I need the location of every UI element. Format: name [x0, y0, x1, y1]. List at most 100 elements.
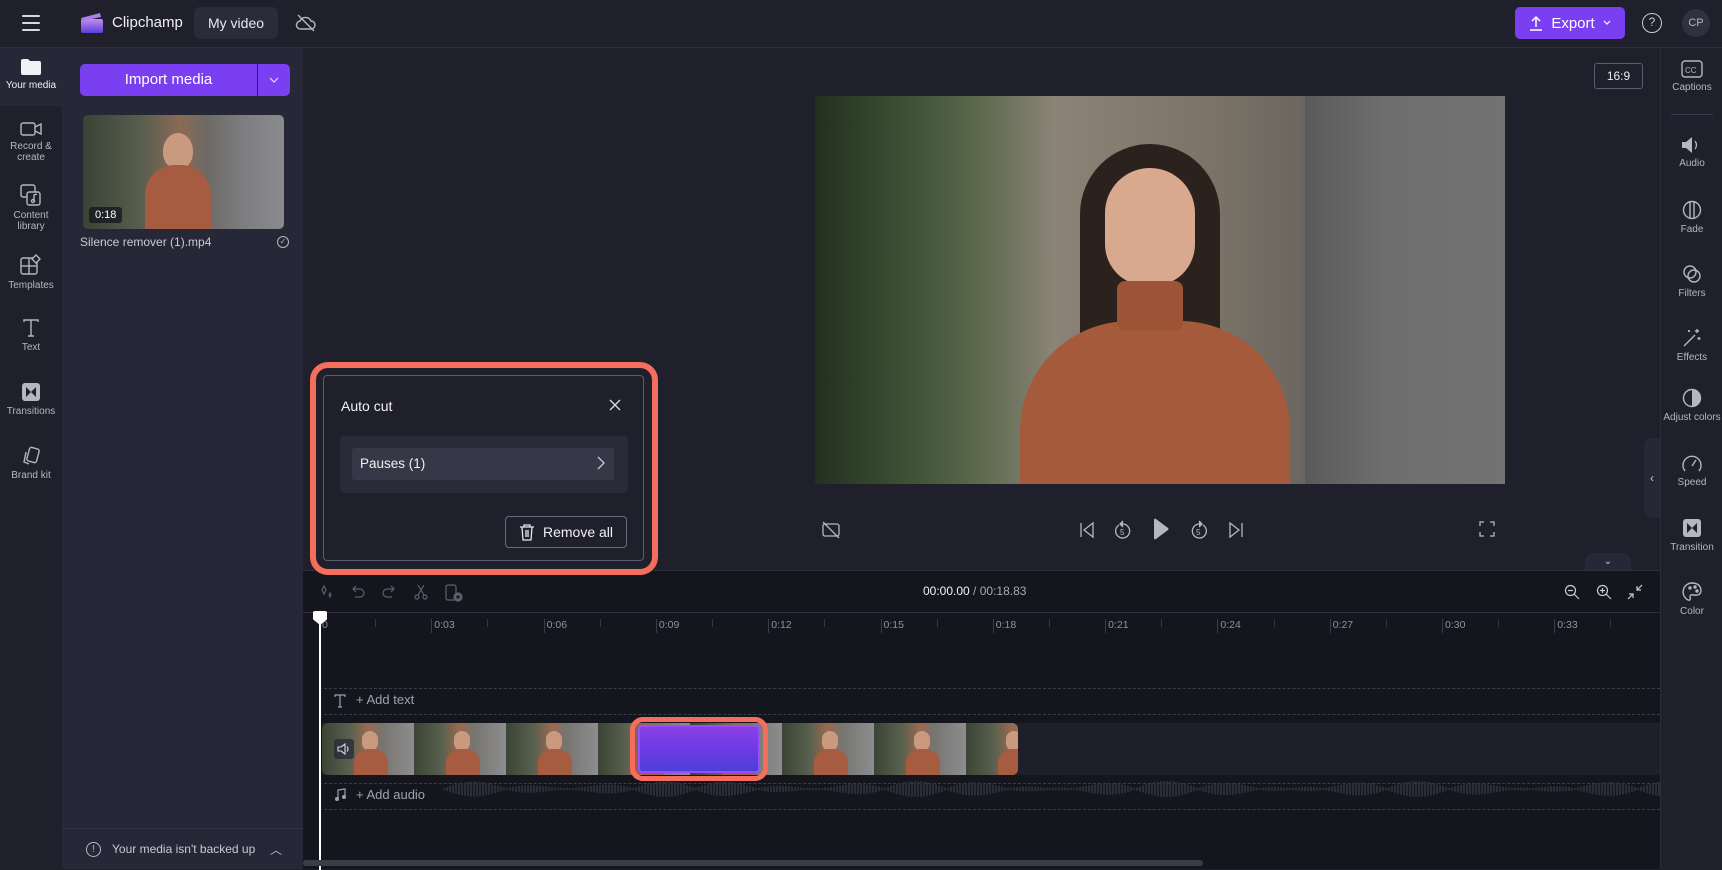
rail-item-text[interactable]: Text	[0, 318, 62, 353]
waveform-bar	[1214, 783, 1216, 795]
waveform-bar	[533, 785, 535, 793]
waveform-bar	[884, 787, 886, 791]
playhead[interactable]	[319, 611, 321, 870]
rail-item-templates[interactable]: Templates	[0, 254, 62, 291]
cloud-off-icon[interactable]	[295, 13, 317, 33]
ruler-tick-label: 0:09	[658, 619, 680, 631]
waveform-bar	[1115, 783, 1117, 795]
waveform-bar	[512, 786, 514, 792]
fullscreen-icon[interactable]	[1479, 521, 1495, 537]
redo-icon[interactable]	[381, 584, 397, 600]
ruler-tick-label: 0:27	[1332, 619, 1354, 631]
camera-icon	[20, 122, 42, 136]
rail-item-effects[interactable]: Effects	[1661, 328, 1722, 363]
waveform-bar	[1355, 782, 1357, 796]
waveform-bar	[785, 786, 787, 792]
add-text-button[interactable]: + Add text	[356, 692, 414, 707]
waveform-bar	[1364, 782, 1366, 796]
rail-item-speed[interactable]: Speed	[1661, 455, 1722, 488]
video-preview[interactable]	[815, 96, 1505, 484]
scissors-icon[interactable]	[413, 584, 429, 600]
rail-item-record-create[interactable]: Record & create	[0, 121, 62, 163]
waveform-bar	[1142, 785, 1144, 793]
rail-item-brand-kit[interactable]: Brand kit	[0, 446, 62, 481]
avatar[interactable]: CP	[1682, 9, 1710, 37]
waveform-bar	[779, 785, 781, 793]
waveform-bar	[443, 788, 445, 790]
export-button[interactable]: Export	[1515, 7, 1625, 39]
rail-item-adjust-colors[interactable]: Adjust colors	[1661, 388, 1722, 423]
waveform-bar	[476, 781, 478, 797]
auto-cut-popup: Auto cut Pauses (1) Remove all	[323, 375, 644, 561]
import-dropdown-button[interactable]	[258, 64, 290, 96]
rail-item-captions[interactable]: CC Captions	[1661, 60, 1722, 93]
add-audio-button[interactable]: + Add audio	[356, 787, 425, 802]
waveform-bar	[1307, 786, 1309, 792]
waveform-bar	[1571, 787, 1573, 791]
rail-item-fade[interactable]: Fade	[1661, 200, 1722, 235]
zoom-out-icon[interactable]	[1564, 584, 1580, 600]
waveform-bar	[731, 782, 733, 796]
waveform-bar	[1421, 781, 1423, 797]
waveform-bar	[1301, 787, 1303, 791]
menu-icon[interactable]	[22, 15, 40, 31]
rewind-5-icon[interactable]: 5	[1113, 519, 1133, 541]
rail-item-filters[interactable]: Filters	[1661, 264, 1722, 299]
rail-item-content-library[interactable]: Content library	[0, 184, 62, 232]
skip-to-end-icon[interactable]	[1228, 521, 1244, 539]
waveform-bar	[1049, 787, 1051, 791]
captions-off-icon[interactable]	[822, 521, 840, 539]
waveform-bar	[566, 787, 568, 791]
magic-icon[interactable]	[318, 584, 334, 600]
rail-item-transition[interactable]: Transition	[1661, 518, 1722, 553]
project-title[interactable]: My video	[194, 7, 279, 39]
pause-segment-highlight[interactable]	[630, 717, 768, 781]
fit-to-screen-icon[interactable]	[1627, 584, 1643, 600]
waveform-bar	[1655, 782, 1657, 796]
speedometer-icon	[1682, 455, 1702, 472]
waveform-bar	[899, 783, 901, 795]
collapse-timeline-button[interactable]: ⌄	[1585, 553, 1631, 570]
waveform-bar	[518, 785, 520, 793]
close-icon[interactable]	[607, 397, 623, 413]
rail-item-audio[interactable]: Audio	[1661, 136, 1722, 169]
horizontal-scrollbar[interactable]	[303, 860, 1203, 866]
backup-notice[interactable]: ! Your media isn't backed up ︿	[62, 828, 303, 869]
timeline-ruler[interactable]: 0 0:03 0:06 0:09 0:12 0:15 0:18 0:21 0:24 0:27 0:3…	[303, 612, 1660, 642]
waveform-bar	[1163, 781, 1165, 797]
waveform-bar	[980, 782, 982, 796]
play-icon[interactable]	[1152, 518, 1170, 540]
skip-to-start-icon[interactable]	[1079, 521, 1095, 539]
waveform-bar	[1193, 786, 1195, 792]
volume-icon[interactable]	[334, 739, 354, 759]
rail-item-your-media[interactable]: Your media	[0, 48, 62, 106]
undo-icon[interactable]	[350, 584, 366, 600]
track-divider	[319, 714, 1660, 715]
zoom-in-icon[interactable]	[1596, 584, 1612, 600]
rail-item-color[interactable]: Color	[1661, 582, 1722, 617]
pauses-row[interactable]: Pauses (1)	[352, 448, 614, 480]
waveform-bar	[686, 785, 688, 793]
waveform-bar	[788, 786, 790, 792]
waveform-bar	[1103, 783, 1105, 795]
import-media-button[interactable]: Import media	[80, 64, 257, 96]
waveform-bar	[956, 784, 958, 794]
aspect-ratio-button[interactable]: 16:9	[1594, 63, 1643, 89]
pause-segment[interactable]	[638, 725, 760, 773]
content-library-icon	[20, 184, 41, 206]
help-icon[interactable]: ?	[1642, 13, 1662, 33]
waveform-bar	[932, 783, 934, 795]
remove-all-button[interactable]: Remove all	[505, 516, 627, 548]
waveform-bar	[1520, 787, 1522, 791]
waveform-bar	[1403, 782, 1405, 796]
forward-5-icon[interactable]: 5	[1189, 519, 1209, 541]
total-time: 00:18.83	[979, 584, 1027, 598]
waveform-bar	[1601, 782, 1603, 796]
waveform-bar	[551, 787, 553, 791]
ruler-minor-tick	[1385, 619, 1387, 627]
rail-item-transitions[interactable]: Transitions	[0, 382, 62, 417]
collapse-right-panel-button[interactable]: ‹	[1644, 438, 1660, 518]
media-thumbnail[interactable]: 0:18	[83, 115, 284, 229]
waveform-bar	[1349, 783, 1351, 795]
add-clip-icon[interactable]	[445, 584, 463, 602]
